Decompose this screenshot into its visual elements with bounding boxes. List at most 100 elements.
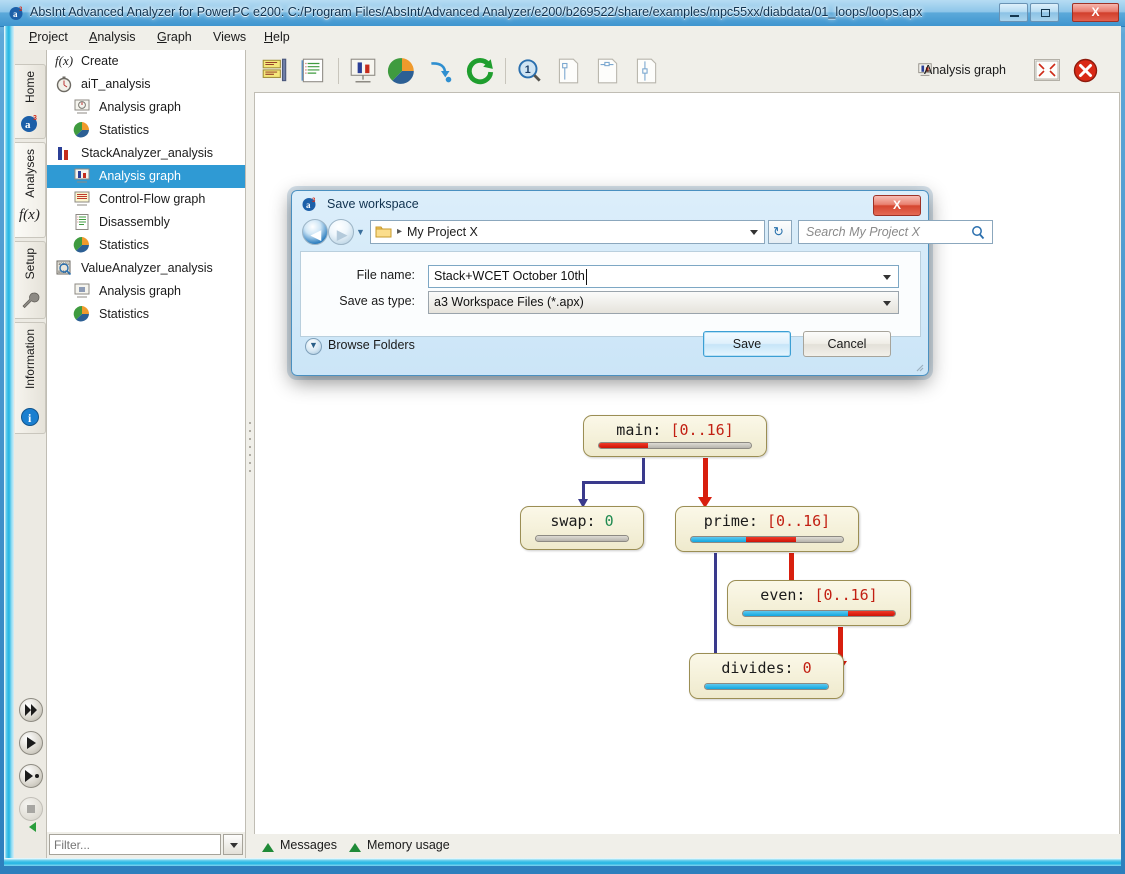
close-icon: X: [892, 198, 901, 212]
stopwatch-icon: [56, 76, 72, 93]
address-bar[interactable]: ▸ My Project X: [370, 220, 765, 244]
refresh-button[interactable]: ↻: [768, 220, 792, 244]
page-width-button[interactable]: [592, 56, 622, 86]
node-value: 0: [604, 512, 614, 530]
svg-text:a: a: [13, 9, 18, 19]
triangle-up-icon[interactable]: [349, 843, 361, 852]
edge-main-swap-v1: [642, 458, 645, 483]
zoom-button[interactable]: 1: [514, 56, 544, 86]
project-tree[interactable]: f(x) Create aiT_analysis Analysis graph …: [47, 50, 245, 830]
close-view-icon: [1073, 58, 1098, 83]
tree-item-ait-analysis-graph[interactable]: Analysis graph: [47, 96, 245, 119]
sidebar-tab-information[interactable]: Information i: [15, 322, 46, 434]
file-name-input[interactable]: Stack+WCET October 10th: [428, 265, 899, 288]
goto-arrow-icon: [431, 62, 452, 83]
save-workspace-dialog: a 3 Save workspace X ◀ ▶ ▼ ▸ My Project …: [291, 190, 993, 376]
chevron-down-icon[interactable]: [883, 275, 891, 280]
resize-grip-icon[interactable]: [914, 362, 924, 372]
status-messages[interactable]: Messages: [280, 838, 337, 852]
tree-item-ait-statistics[interactable]: Statistics: [47, 119, 245, 142]
absint-logo-icon: a 3: [302, 198, 316, 211]
application-window: a 3 AbsInt Advanced Analyzer for PowerPC…: [0, 0, 1125, 874]
status-memory-usage[interactable]: Memory usage: [367, 838, 450, 852]
panel-splitter[interactable]: [246, 50, 254, 858]
list-report-icon: [301, 58, 324, 83]
maximize-button[interactable]: [1030, 3, 1059, 22]
tree-item-valueanalyzer-analysis[interactable]: 10101 0011 ValueAnalyzer_analysis: [47, 257, 245, 280]
save-as-type-label: Save as type:: [339, 294, 415, 308]
sidebar-tab-home[interactable]: Home a 3: [15, 64, 46, 139]
tree-item-value-analysis-graph[interactable]: Analysis graph: [47, 280, 245, 303]
svg-text:1: 1: [525, 64, 531, 76]
graph-node-swap[interactable]: swap: 0: [520, 506, 644, 550]
close-view-button[interactable]: [1073, 58, 1098, 83]
maximize-view-button[interactable]: [1034, 59, 1060, 81]
run-all-button[interactable]: [19, 698, 43, 722]
run-control-group: [14, 698, 46, 838]
search-box[interactable]: Search My Project X: [798, 220, 993, 244]
save-as-type-combo[interactable]: a3 Workspace Files (*.apx): [428, 291, 899, 314]
tree-item-ait-analysis[interactable]: aiT_analysis: [47, 73, 245, 96]
menu-project[interactable]: Project: [22, 30, 75, 46]
page-left-button[interactable]: [553, 56, 583, 86]
filter-input[interactable]: [49, 834, 221, 855]
tree-item-control-flow-graph[interactable]: Control-Flow graph: [47, 188, 245, 211]
chevron-down-icon[interactable]: [883, 301, 891, 306]
dialog-close-button[interactable]: X: [873, 195, 921, 216]
save-button[interactable]: Save: [703, 331, 791, 357]
tree-item-label: Control-Flow graph: [99, 192, 206, 206]
run-to-button[interactable]: [19, 764, 43, 788]
menu-graph[interactable]: Graph: [150, 30, 199, 46]
sidebar-tab-setup[interactable]: Setup: [15, 241, 46, 319]
goto-button[interactable]: [426, 56, 456, 86]
bar-segment-red: [745, 537, 796, 542]
chevron-down-icon[interactable]: [750, 230, 758, 235]
menu-analysis[interactable]: Analysis: [82, 30, 143, 46]
browse-folders-toggle[interactable]: ▼: [305, 338, 322, 355]
tree-item-stackanalyzer-analysis-graph[interactable]: Analysis graph: [47, 165, 245, 188]
analysis-graph-button[interactable]: [348, 56, 378, 86]
statistics-button[interactable]: [387, 56, 417, 86]
node-value: 0: [802, 659, 812, 677]
pie-chart-icon: [387, 58, 414, 84]
svg-text:3: 3: [19, 7, 23, 13]
graph-node-prime[interactable]: prime: [0..16]: [675, 506, 859, 552]
back-button[interactable]: ◀: [302, 219, 328, 245]
tree-item-stack-statistics[interactable]: Statistics: [47, 234, 245, 257]
menu-help[interactable]: Help: [257, 30, 297, 46]
tree-item-disassembly[interactable]: Disassembly: [47, 211, 245, 234]
search-input[interactable]: Search My Project X: [806, 225, 920, 239]
stop-button[interactable]: [19, 797, 43, 821]
triangle-up-icon[interactable]: [262, 843, 274, 852]
refresh-analysis-button[interactable]: [465, 56, 495, 86]
svg-text:3: 3: [33, 115, 37, 122]
recent-locations-button[interactable]: ▼: [356, 227, 365, 237]
chevron-left-icon: ◀: [311, 227, 321, 242]
graph-node-even[interactable]: even: [0..16]: [727, 580, 911, 626]
tree-item-label: StackAnalyzer_analysis: [81, 146, 214, 160]
cancel-button[interactable]: Cancel: [803, 331, 891, 357]
menu-views[interactable]: Views: [206, 30, 253, 46]
list-report-button[interactable]: [298, 56, 328, 86]
refresh-icon: ↻: [773, 224, 784, 239]
tree-item-stackanalyzer-analysis[interactable]: StackAnalyzer_analysis: [47, 142, 245, 165]
node-value: [0..16]: [670, 421, 734, 439]
run-button[interactable]: [19, 731, 43, 755]
sidebar-tab-analyses[interactable]: Analyses f(x): [15, 142, 46, 238]
graph-node-main[interactable]: main: [0..16]: [583, 415, 767, 457]
tree-item-label: Statistics: [99, 238, 150, 252]
collapse-left-icon[interactable]: [26, 820, 40, 834]
tree-item-value-statistics[interactable]: Statistics: [47, 303, 245, 326]
forward-button[interactable]: ▶: [328, 219, 354, 245]
browse-folders-label[interactable]: Browse Folders: [328, 338, 415, 352]
breadcrumb-path[interactable]: My Project X: [407, 225, 478, 239]
active-view-label: Analysis graph: [924, 63, 1006, 77]
page-height-button[interactable]: [631, 56, 661, 86]
node-name: even:: [760, 586, 806, 604]
close-button[interactable]: X: [1072, 3, 1119, 22]
graph-node-divides[interactable]: divides: 0: [689, 653, 844, 699]
tree-item-create[interactable]: f(x) Create: [47, 50, 245, 73]
minimize-button[interactable]: [999, 3, 1028, 22]
report-button[interactable]: [260, 56, 290, 86]
filter-dropdown-button[interactable]: [223, 834, 243, 855]
